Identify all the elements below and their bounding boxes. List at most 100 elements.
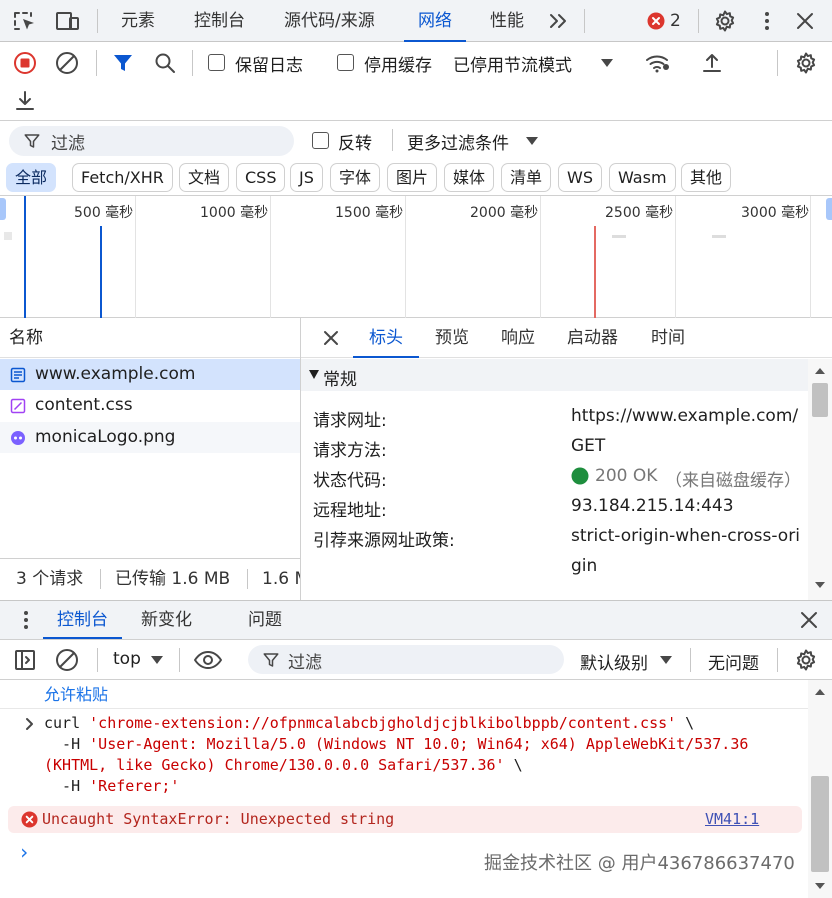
network-toolbar: 保留日志 停用缓存 已停用节流模式: [0, 42, 832, 121]
error-count[interactable]: 2: [670, 0, 681, 42]
devtools-main-toolbar: 元素 控制台 源代码/来源 网络 性能 2: [0, 0, 832, 42]
row-value-referrer-policy: strict-origin-when-cross-ori: [571, 526, 800, 546]
close-devtools-icon[interactable]: [795, 11, 815, 31]
chip-js[interactable]: JS: [290, 163, 323, 192]
search-icon[interactable]: [153, 51, 177, 75]
request-count: 3 个请求: [16, 569, 84, 589]
filter-funnel-icon[interactable]: [111, 51, 135, 75]
console-command: curl 'chrome-extension://ofpnmcalabcbjgh…: [44, 714, 748, 798]
tab-elements[interactable]: 元素: [121, 0, 155, 42]
invert-label[interactable]: 反转: [338, 129, 372, 154]
network-summary-bar: 3 个请求 已传输 1.6 MB 1.6 MB: [0, 558, 300, 598]
live-expression-eye-icon[interactable]: [193, 648, 223, 672]
more-tabs-icon[interactable]: [548, 11, 570, 31]
console-output[interactable]: 允许粘贴 curl 'chrome-extension://ofpnmcalab…: [0, 680, 832, 898]
details-scrollbar[interactable]: [808, 359, 832, 600]
console-filter-input[interactable]: 过滤: [248, 645, 564, 674]
drawer-tabbar: 控制台 新变化 问题: [0, 600, 832, 640]
cmd-flag: -H: [44, 735, 90, 753]
tab-initiator[interactable]: 启动器: [567, 318, 618, 358]
record-stop-icon[interactable]: [13, 51, 37, 75]
drawer-tab-issues[interactable]: 问题: [248, 601, 282, 639]
request-row-stylesheet[interactable]: content.css: [0, 390, 300, 421]
tab-console[interactable]: 控制台: [194, 0, 245, 42]
request-row-document[interactable]: www.example.com: [0, 359, 300, 390]
status-ok-dot-icon: [571, 467, 589, 485]
context-selector[interactable]: top: [113, 649, 141, 669]
chip-fetch-xhr[interactable]: Fetch/XHR: [72, 163, 173, 192]
settings-gear-icon[interactable]: [713, 9, 737, 33]
network-settings-gear-icon[interactable]: [794, 51, 818, 75]
tab-network[interactable]: 网络: [404, 0, 466, 42]
more-filters-button[interactable]: 更多过滤条件: [407, 129, 509, 154]
tab-timing[interactable]: 时间: [651, 318, 685, 358]
chip-font[interactable]: 字体: [330, 163, 381, 192]
row-key-remote: 远程地址:: [313, 501, 387, 521]
triangle-down-icon: [309, 370, 319, 379]
tab-performance[interactable]: 性能: [490, 0, 524, 42]
chip-ws[interactable]: WS: [558, 163, 602, 192]
name-column-header[interactable]: 名称: [0, 318, 300, 358]
input-chevron-icon: [25, 717, 35, 731]
import-har-icon[interactable]: [700, 51, 724, 75]
console-prompt-icon[interactable]: ›: [18, 840, 30, 864]
log-level-select[interactable]: 默认级别: [580, 649, 648, 674]
issues-counter[interactable]: 无问题: [708, 649, 759, 674]
tab-response[interactable]: 响应: [501, 318, 535, 358]
general-section-header[interactable]: 常规: [301, 359, 808, 391]
invert-checkbox[interactable]: [312, 132, 329, 149]
context-dropdown-icon[interactable]: [150, 655, 164, 665]
console-settings-gear-icon[interactable]: [794, 648, 818, 672]
clear-icon[interactable]: [55, 51, 79, 75]
device-toolbar-icon[interactable]: [55, 10, 81, 32]
console-error-row: Uncaught SyntaxError: Unexpected string …: [8, 806, 802, 833]
error-source-link[interactable]: VM41:1: [705, 810, 759, 828]
network-overview-timeline[interactable]: 500 毫秒 1000 毫秒 1500 毫秒 2000 毫秒 2500 毫秒 3…: [0, 196, 832, 318]
chip-media[interactable]: 媒体: [444, 163, 495, 192]
request-row-image[interactable]: monicaLogo.png: [0, 422, 300, 453]
export-har-icon[interactable]: [13, 89, 37, 113]
disable-cache-label[interactable]: 停用缓存: [364, 51, 432, 76]
timeline-left-handle[interactable]: [0, 198, 6, 220]
clear-console-icon[interactable]: [55, 648, 79, 672]
tab-sources[interactable]: 源代码/来源: [284, 0, 375, 42]
sidebar-toggle-icon[interactable]: [13, 648, 37, 672]
throttle-dropdown-icon[interactable]: [600, 58, 614, 68]
cmd-referer: 'Referer;': [89, 777, 180, 795]
tab-preview[interactable]: 预览: [435, 318, 469, 358]
chip-wasm[interactable]: Wasm: [609, 163, 676, 192]
error-count-icon[interactable]: [647, 12, 665, 30]
throttling-select[interactable]: 已停用节流模式: [453, 51, 572, 76]
network-conditions-icon[interactable]: [645, 51, 671, 75]
row-value-referrer-policy-wrap: gin: [571, 556, 598, 576]
drawer-tab-changes[interactable]: 新变化: [141, 601, 192, 639]
timeline-right-handle[interactable]: [826, 198, 832, 220]
row-key-status: 状态代码:: [313, 471, 387, 491]
chip-css[interactable]: CSS: [236, 163, 286, 192]
tab-headers[interactable]: 标头: [353, 318, 419, 358]
preserve-log-checkbox[interactable]: [208, 54, 225, 71]
chip-manifest[interactable]: 清单: [501, 163, 552, 192]
preserve-log-label[interactable]: 保留日志: [235, 51, 303, 76]
console-scrollbar[interactable]: [808, 680, 832, 898]
resources-size: 1.6 MB: [262, 569, 300, 589]
chip-doc[interactable]: 文档: [179, 163, 230, 192]
more-options-icon[interactable]: [757, 10, 777, 32]
chip-img[interactable]: 图片: [387, 163, 438, 192]
close-details-icon[interactable]: [322, 329, 340, 347]
request-bar: [100, 226, 102, 318]
request-name: www.example.com: [35, 364, 196, 384]
cmd-user-agent: 'User-Agent: Mozilla/5.0 (Windows NT 10.…: [89, 735, 749, 753]
chip-all[interactable]: 全部: [6, 163, 57, 192]
close-drawer-icon[interactable]: [799, 610, 819, 630]
level-dropdown-icon[interactable]: [659, 655, 673, 665]
drawer-tab-console[interactable]: 控制台: [43, 601, 122, 639]
more-filters-dropdown-icon[interactable]: [525, 136, 539, 146]
transferred-size: 已传输 1.6 MB: [115, 569, 231, 589]
timeline-tick: 3000 毫秒: [741, 205, 810, 221]
drawer-menu-icon[interactable]: [16, 609, 36, 631]
inspect-element-icon[interactable]: [12, 10, 36, 32]
chip-other[interactable]: 其他: [681, 163, 732, 192]
disable-cache-checkbox[interactable]: [337, 54, 354, 71]
filter-input[interactable]: 过滤: [9, 126, 294, 156]
